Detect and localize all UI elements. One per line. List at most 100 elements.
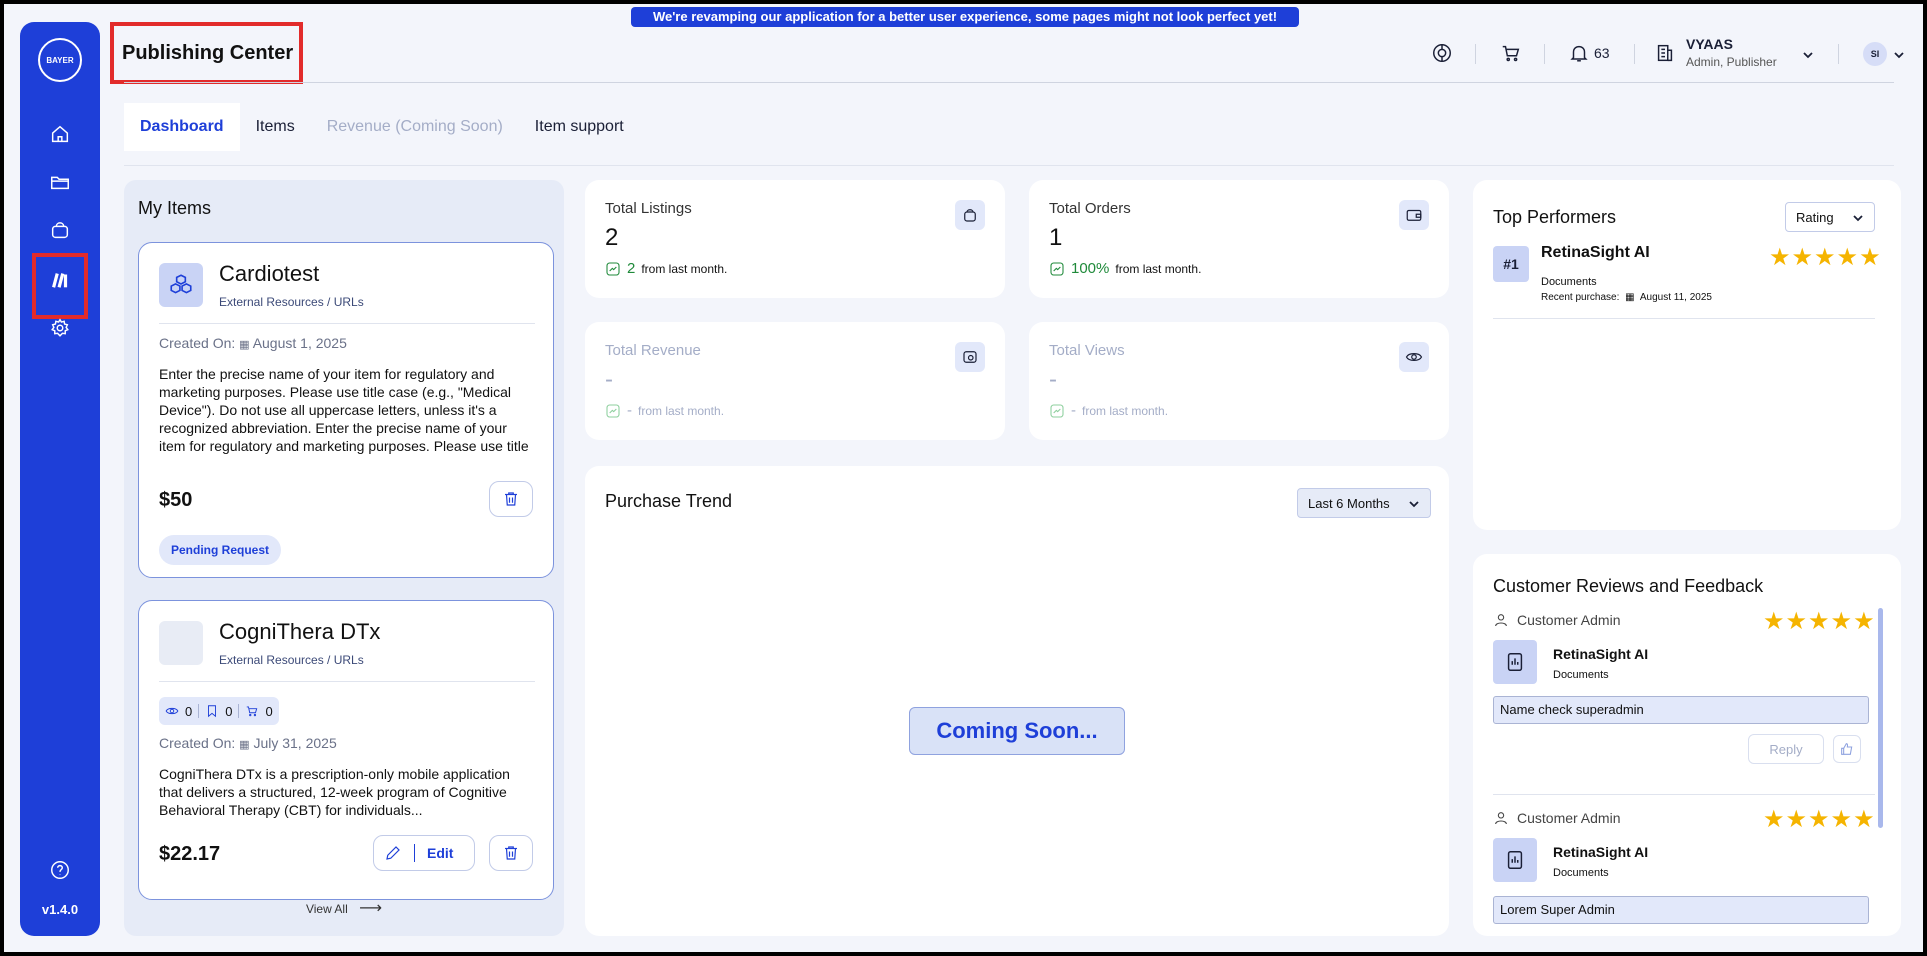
purchase-trend-title: Purchase Trend (605, 491, 733, 511)
performer-name[interactable]: RetinaSight AI (1541, 244, 1650, 262)
tab-dashboard[interactable]: Dashboard (124, 103, 240, 151)
avatar-chevron-down-icon[interactable] (1893, 48, 1905, 60)
item-name[interactable]: CogniThera DTx (219, 619, 380, 645)
stat-title: Total Orders (1049, 200, 1131, 217)
eye-icon (1399, 342, 1429, 372)
item-description: Enter the precise name of your item for … (159, 366, 529, 454)
view-all-link[interactable]: View All ⟶ (124, 898, 564, 918)
item-card[interactable]: Cardiotest External Resources / URLs Cre… (138, 242, 554, 578)
header-divider-line (124, 82, 1894, 83)
app-version: v1.4.0 (41, 902, 79, 917)
item-category: External Resources / URLs (219, 653, 364, 667)
sort-select[interactable]: Rating (1785, 202, 1875, 232)
like-button[interactable] (1833, 735, 1861, 763)
bookmark-icon (208, 705, 217, 718)
review-item-name[interactable]: RetinaSight AI (1553, 646, 1648, 662)
reviews-title: Customer Reviews and Feedback (1493, 576, 1764, 596)
pencil-icon (386, 846, 400, 860)
trash-icon (505, 846, 517, 860)
gear-icon[interactable] (44, 312, 76, 344)
range-select[interactable]: Last 6 Months (1297, 488, 1431, 518)
user-name[interactable]: VYAAS (1686, 36, 1733, 52)
change-suffix: from last month. (1115, 261, 1202, 276)
folder-icon[interactable] (44, 166, 76, 198)
notification-count: 63 (1594, 45, 1610, 61)
delete-button[interactable] (489, 835, 533, 871)
item-description: CogniThera DTx is a prescription-only mo… (159, 766, 510, 818)
document-chart-icon (1507, 653, 1523, 671)
support-icon[interactable] (1429, 40, 1455, 66)
total-revenue-card: Total Revenue - - from last month. (585, 322, 1005, 440)
tab-items[interactable]: Items (240, 103, 311, 151)
chevron-down-icon (1408, 498, 1420, 510)
publisher-icon[interactable] (44, 264, 76, 296)
account-chevron-down-icon[interactable] (1802, 48, 1814, 60)
stat-title: Total Listings (605, 200, 692, 217)
item-thumbnail (159, 263, 203, 307)
bayer-logo[interactable]: BAYER (38, 38, 82, 82)
arrow-right-icon: ⟶ (359, 900, 383, 917)
bell-icon[interactable] (1566, 40, 1592, 66)
document-chart-icon (1507, 851, 1523, 869)
view-all-label: View All (305, 902, 348, 916)
total-listings-card: Total Listings 2 2 from last month. (585, 180, 1005, 298)
header-divider (1544, 44, 1545, 64)
logo-text: BAYER (46, 55, 74, 65)
item-price: $50 (159, 489, 193, 511)
performer-category: Documents (1541, 276, 1597, 288)
reviewer: Customer Admin (1493, 612, 1620, 628)
stat-change: - from last month. (1049, 402, 1168, 419)
user-icon (1495, 812, 1507, 825)
created-date: July 31, 2025 (253, 735, 337, 751)
tab-revenue: Revenue (Coming Soon) (326, 118, 503, 135)
review-item-category: Documents (1553, 669, 1609, 681)
recent-purchase-label: Recent purchase: (1541, 292, 1620, 303)
stat-change: 100% from last month. (1049, 260, 1201, 277)
change-value: 100% (1071, 260, 1110, 277)
delete-button[interactable] (489, 481, 533, 517)
stat-value: 2 (605, 224, 619, 251)
eye-icon (165, 707, 179, 715)
home-icon[interactable] (44, 118, 76, 150)
item-thumbnail (1493, 838, 1537, 882)
help-icon[interactable] (44, 854, 76, 886)
trend-up-icon (1050, 261, 1064, 276)
review-text: Name check superadmin (1493, 696, 1869, 724)
rating-stars: ★ ★ ★ ★ ★ (1763, 610, 1875, 634)
star-icon: ★ (1769, 244, 1791, 271)
reviewer: Customer Admin (1493, 810, 1620, 826)
tab-item-support[interactable]: Item support (519, 103, 640, 151)
item-name[interactable]: Cardiotest (219, 261, 319, 287)
change-value: - (627, 402, 632, 419)
review-item-category: Documents (1553, 867, 1609, 879)
stat-title: Total Revenue (605, 342, 701, 359)
reviews-scrollbar[interactable] (1878, 608, 1883, 828)
cart-icon[interactable] (1498, 40, 1524, 66)
created-label: Created On: (159, 335, 236, 351)
change-value: 2 (627, 260, 636, 277)
avatar[interactable]: SI (1863, 42, 1887, 66)
star-icon: ★ (1830, 608, 1853, 635)
sidebar: BAYER v1.4.0 (20, 22, 100, 936)
page-title: Publishing Center (122, 42, 294, 64)
top-performers-card: Top Performers Rating #1 RetinaSight AI … (1473, 180, 1901, 530)
item-thumbnail (1493, 640, 1537, 684)
customer-reviews-card: Customer Reviews and Feedback Customer A… (1473, 554, 1901, 936)
star-icon: ★ (1853, 806, 1875, 833)
cubes-icon (170, 274, 192, 294)
recent-purchase: Recent purchase: ▦ August 11, 2025 (1541, 292, 1712, 303)
star-icon: ★ (1859, 244, 1881, 271)
review-item-name[interactable]: RetinaSight AI (1553, 844, 1648, 860)
bag-icon[interactable] (44, 214, 76, 246)
item-stats: 0 0 0 (159, 697, 279, 725)
star-icon: ★ (1814, 244, 1836, 271)
item-price: $22.17 (159, 843, 221, 865)
user-role: Admin, Publisher (1686, 55, 1777, 69)
reply-button[interactable]: Reply (1748, 734, 1824, 764)
star-icon: ★ (1785, 608, 1808, 635)
item-card[interactable]: CogniThera DTx External Resources / URLs… (138, 600, 554, 900)
change-suffix: from last month. (1082, 403, 1169, 418)
purchases-count: 0 (265, 703, 273, 719)
trash-icon (505, 492, 517, 506)
edit-button[interactable]: Edit (373, 835, 475, 871)
